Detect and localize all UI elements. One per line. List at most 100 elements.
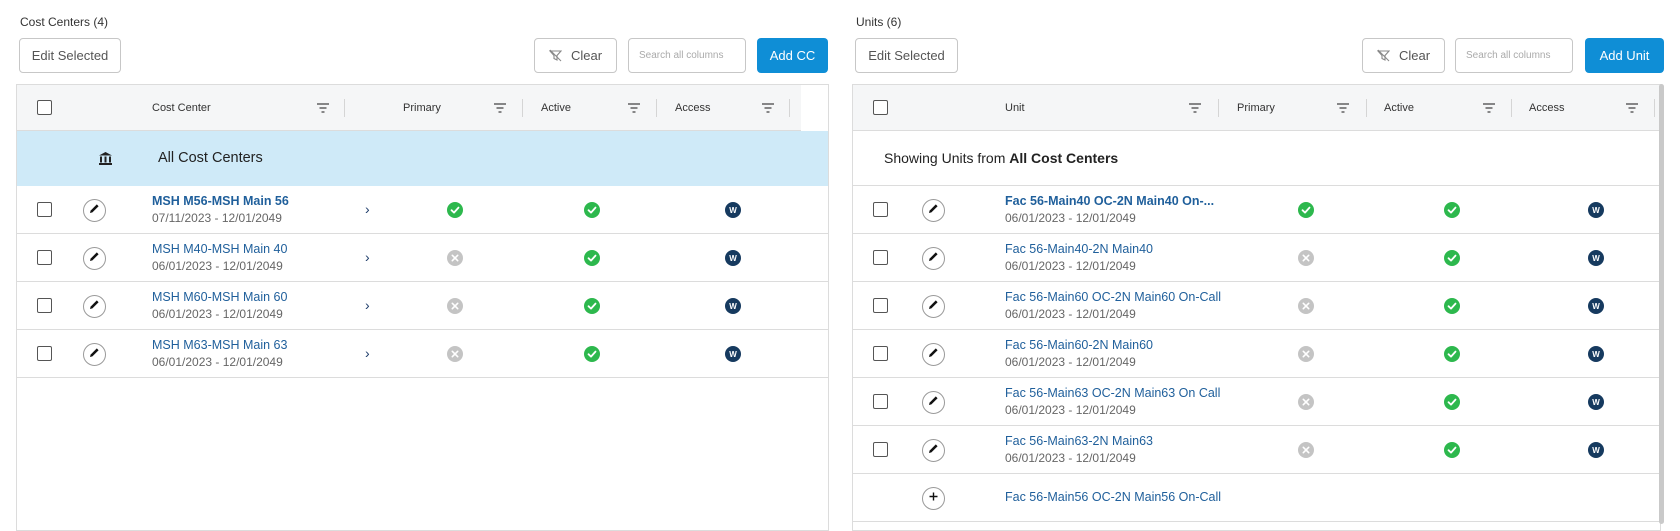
row-date-range: 06/01/2023 - 12/01/2049 (152, 355, 283, 369)
x-circle-icon (1298, 346, 1314, 362)
column-header-unit[interactable]: Unit (1005, 85, 1025, 131)
check-circle-icon (1444, 394, 1460, 410)
add-unit-button[interactable]: Add Unit (1585, 38, 1664, 73)
column-header-access[interactable]: Access (675, 85, 710, 131)
filter-icon[interactable] (762, 103, 774, 113)
column-header-primary[interactable]: Primary (1237, 85, 1275, 131)
check-circle-icon (584, 298, 600, 314)
pencil-icon (928, 201, 939, 219)
row-date-range: 06/01/2023 - 12/01/2049 (1005, 451, 1136, 465)
filter-icon[interactable] (1337, 103, 1349, 113)
chevron-right-icon[interactable]: › (365, 201, 370, 217)
x-circle-icon (447, 346, 463, 362)
row-name-link[interactable]: MSH M56-MSH Main 56 (152, 194, 289, 208)
edit-button[interactable] (922, 246, 945, 270)
edit-button[interactable] (83, 198, 106, 222)
row-date-range: 06/01/2023 - 12/01/2049 (1005, 307, 1136, 321)
table-row: MSH M60-MSH Main 60 06/01/2023 - 12/01/20… (17, 282, 828, 330)
check-circle-icon (1298, 202, 1314, 218)
check-circle-icon (1444, 298, 1460, 314)
add-button[interactable] (922, 486, 945, 510)
row-name-link[interactable]: MSH M60-MSH Main 60 (152, 290, 287, 304)
table-row: Fac 56-Main63 OC-2N Main63 On Call 06/01/… (853, 378, 1660, 426)
row-checkbox[interactable] (873, 442, 888, 457)
table-row: Fac 56-Main60 OC-2N Main60 On-Call 06/01/… (853, 282, 1660, 330)
table-row: MSH M56-MSH Main 56 07/11/2023 - 12/01/20… (17, 186, 828, 234)
showing-units-source: All Cost Centers (1009, 150, 1119, 166)
access-badge: W (1588, 442, 1604, 458)
access-badge: W (1588, 346, 1604, 362)
edit-button[interactable] (922, 390, 945, 414)
check-circle-icon (447, 202, 463, 218)
check-circle-icon (584, 250, 600, 266)
row-name-link[interactable]: Fac 56-Main60-2N Main60 (1005, 338, 1153, 352)
filter-icon[interactable] (1189, 103, 1201, 113)
chevron-right-icon[interactable]: › (365, 297, 370, 313)
row-name-link[interactable]: MSH M63-MSH Main 63 (152, 338, 287, 352)
access-badge: W (1588, 394, 1604, 410)
filter-icon[interactable] (494, 103, 506, 113)
add-unit-name-link[interactable]: Fac 56-Main56 OC-2N Main56 On-Call (1005, 490, 1221, 504)
all-cost-centers-row[interactable]: All Cost Centers (17, 131, 828, 186)
row-checkbox[interactable] (873, 202, 888, 217)
pencil-icon (89, 249, 100, 267)
chevron-right-icon[interactable]: › (365, 345, 370, 361)
edit-button[interactable] (922, 342, 945, 366)
row-date-range: 06/01/2023 - 12/01/2049 (1005, 211, 1136, 225)
select-all-checkbox[interactable] (873, 100, 888, 115)
row-checkbox[interactable] (873, 346, 888, 361)
row-date-range: 06/01/2023 - 12/01/2049 (1005, 355, 1136, 369)
column-header-access[interactable]: Access (1529, 85, 1564, 131)
clear-filter-icon (1376, 49, 1390, 62)
units-panel: Units (6) Edit Selected Clear Add Unit U… (835, 0, 1680, 531)
search-input[interactable] (1455, 38, 1573, 73)
row-checkbox[interactable] (873, 298, 888, 313)
access-badge: W (1588, 202, 1604, 218)
row-name-link[interactable]: Fac 56-Main63-2N Main63 (1005, 434, 1153, 448)
row-checkbox[interactable] (37, 250, 52, 265)
row-name-link[interactable]: Fac 56-Main63 OC-2N Main63 On Call (1005, 386, 1220, 400)
column-header-active[interactable]: Active (1384, 85, 1414, 131)
filter-icon[interactable] (1626, 103, 1638, 113)
search-input[interactable] (628, 38, 746, 73)
row-name-link[interactable]: Fac 56-Main40 OC-2N Main40 On-... (1005, 194, 1214, 208)
x-circle-icon (1298, 250, 1314, 266)
column-header-cost-center[interactable]: Cost Center (152, 85, 211, 131)
select-all-checkbox[interactable] (37, 100, 52, 115)
all-cost-centers-label: All Cost Centers (158, 150, 263, 166)
edit-button[interactable] (83, 294, 106, 318)
vertical-scrollbar[interactable] (1659, 84, 1664, 524)
clear-filters-button[interactable]: Clear (1362, 38, 1445, 73)
filter-icon[interactable] (317, 103, 329, 113)
row-checkbox[interactable] (37, 298, 52, 313)
pencil-icon (928, 393, 939, 411)
edit-button[interactable] (83, 342, 106, 366)
x-circle-icon (447, 298, 463, 314)
row-checkbox[interactable] (37, 202, 52, 217)
add-cc-button[interactable]: Add CC (757, 38, 828, 73)
row-name-link[interactable]: MSH M40-MSH Main 40 (152, 242, 287, 256)
row-date-range: 06/01/2023 - 12/01/2049 (1005, 259, 1136, 273)
clear-filters-button[interactable]: Clear (534, 38, 617, 73)
filter-icon[interactable] (628, 103, 640, 113)
row-name-link[interactable]: Fac 56-Main60 OC-2N Main60 On-Call (1005, 290, 1221, 304)
x-circle-icon (1298, 442, 1314, 458)
row-name-link[interactable]: Fac 56-Main40-2N Main40 (1005, 242, 1153, 256)
row-checkbox[interactable] (873, 394, 888, 409)
edit-button[interactable] (922, 438, 945, 462)
edit-button[interactable] (922, 198, 945, 222)
filter-icon[interactable] (1483, 103, 1495, 113)
table-row: Fac 56-Main60-2N Main60 06/01/2023 - 12/0… (853, 330, 1660, 378)
edit-button[interactable] (83, 246, 106, 270)
row-checkbox[interactable] (873, 250, 888, 265)
column-header-active[interactable]: Active (541, 85, 571, 131)
units-title: Units (6) (856, 15, 902, 29)
edit-selected-button[interactable]: Edit Selected (19, 38, 121, 73)
x-circle-icon (1298, 298, 1314, 314)
edit-selected-button[interactable]: Edit Selected (855, 38, 958, 73)
edit-button[interactable] (922, 294, 945, 318)
cost-centers-panel: Cost Centers (4) Edit Selected Clear Add… (0, 0, 830, 531)
column-header-primary[interactable]: Primary (403, 85, 441, 131)
chevron-right-icon[interactable]: › (365, 249, 370, 265)
row-checkbox[interactable] (37, 346, 52, 361)
